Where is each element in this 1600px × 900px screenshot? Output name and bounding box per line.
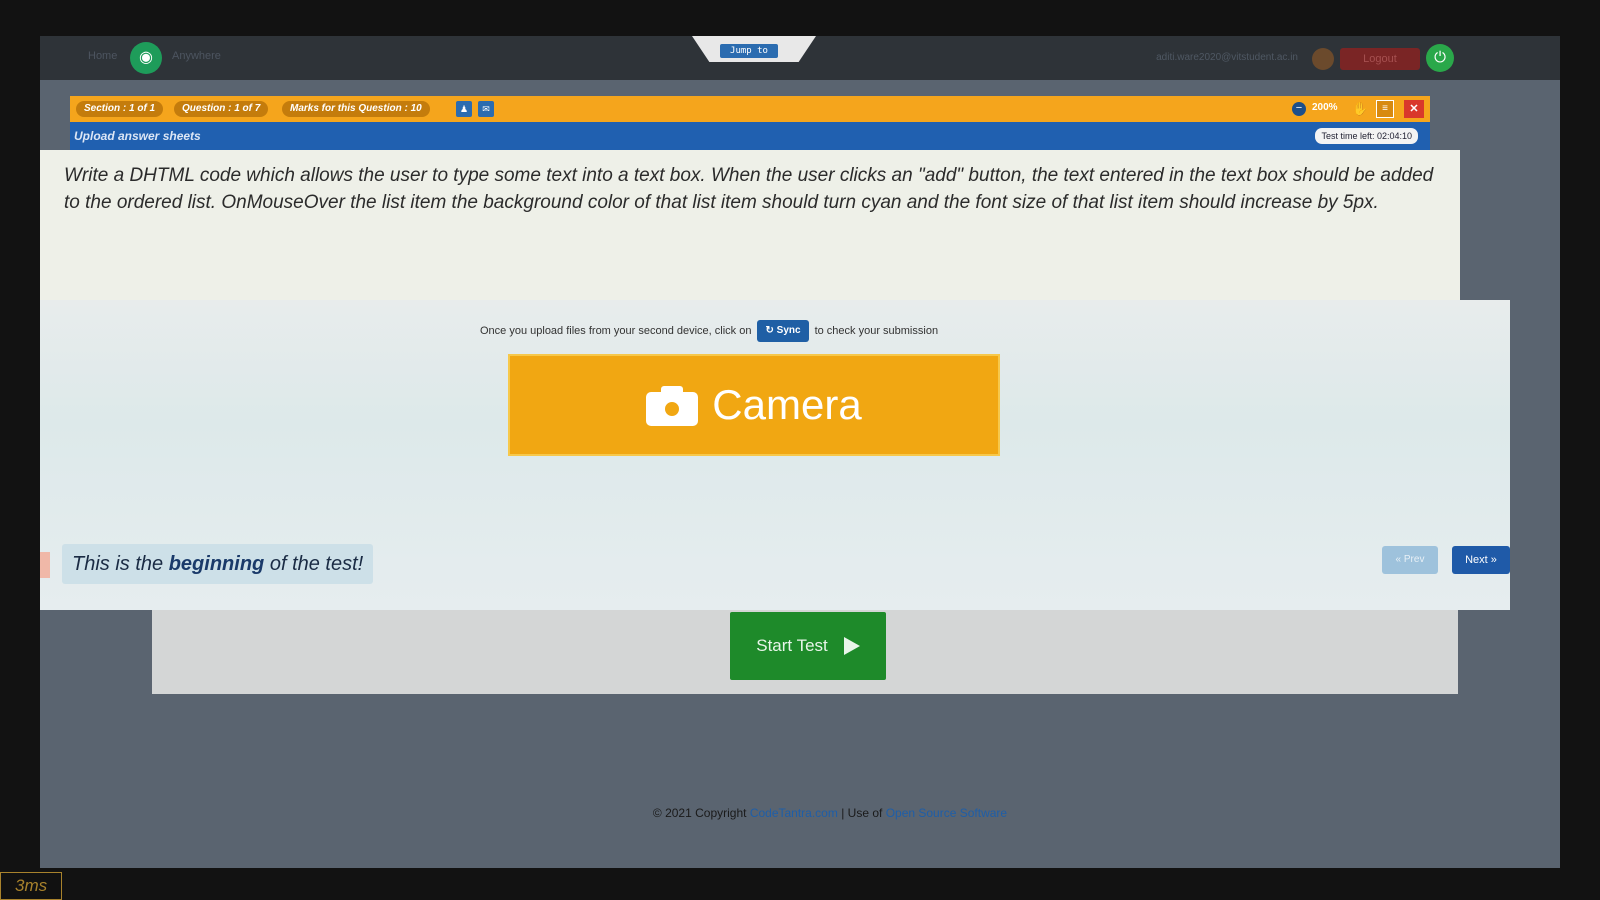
test-info-bar: Section : 1 of 1 Question : 1 of 7 Marks… [70,96,1430,122]
logout-button[interactable]: Logout [1340,48,1420,70]
chat-icon[interactable]: ◉ [130,42,162,74]
question-text: Write a DHTML code which allows the user… [64,165,1434,213]
calculator-icon[interactable]: ≡ [1376,100,1394,118]
back-button[interactable] [40,552,50,578]
time-left-badge: Test time left: 02:04:10 [1315,128,1418,144]
beginning-notice: This is the beginning of the test! [62,544,374,584]
sync-button[interactable]: ↻ Sync [757,320,809,342]
beginning-prefix: This is the [72,553,164,575]
question-panel: Write a DHTML code which allows the user… [40,150,1460,300]
prev-button[interactable]: « Prev [1382,546,1438,574]
zoom-out-icon[interactable]: − [1292,102,1306,116]
question-badge: Question : 1 of 7 [174,101,269,117]
sync-label: Sync [776,325,801,336]
top-navbar: Home ◉ Anywhere Jump to aditi.ware2020@v… [40,36,1560,80]
sync-instruction-suffix: to check your submission [814,325,939,337]
upload-panel: Once you upload files from your second d… [40,300,1510,610]
person-icon[interactable]: ♟ [456,101,472,117]
upload-header: Upload answer sheets Test time left: 02:… [70,122,1430,150]
avatar[interactable] [1312,48,1334,70]
nav-home-link[interactable]: Home [88,50,117,62]
start-test-label: Start Test [756,636,828,655]
laptop-frame: Home ◉ Anywhere Jump to aditi.ware2020@v… [0,0,1600,900]
close-icon[interactable]: ✕ [1404,100,1424,118]
footer-separator: | Use of [841,806,883,820]
beginning-suffix: of the test! [269,553,364,575]
play-icon [843,637,860,655]
corner-overlay-text: 3ms [0,872,62,900]
screen: Home ◉ Anywhere Jump to aditi.ware2020@v… [40,36,1560,868]
sync-instruction: Once you upload files from your second d… [480,320,938,342]
sync-icon: ↻ [765,325,774,336]
power-icon[interactable]: ⏻ [1426,44,1454,72]
camera-label: Camera [712,381,862,428]
start-test-button[interactable]: Start Test [730,612,886,680]
upload-title: Upload answer sheets [74,129,201,143]
footer-brand-link[interactable]: CodeTantra.com [750,806,838,820]
next-button[interactable]: Next » [1452,546,1510,574]
user-email: aditi.ware2020@vitstudent.ac.in [1156,52,1298,63]
camera-button[interactable]: Camera [508,354,1000,456]
marks-badge: Marks for this Question : 10 [282,101,430,117]
footer: © 2021 Copyright CodeTantra.com | Use of… [40,806,1560,820]
beginning-bold: beginning [168,553,265,575]
sync-instruction-prefix: Once you upload files from your second d… [480,325,752,337]
camera-icon [646,384,699,426]
section-badge: Section : 1 of 1 [76,101,164,117]
zoom-level: 200% [1312,102,1338,113]
footer-oss-link[interactable]: Open Source Software [886,806,1007,820]
footer-copyright: © 2021 Copyright [652,806,747,820]
jump-to-button[interactable]: Jump to [720,44,778,58]
comment-icon[interactable]: ✉ [478,101,494,117]
hand-icon[interactable]: ✋ [1352,101,1368,117]
nav-user-label: Anywhere [172,50,221,62]
